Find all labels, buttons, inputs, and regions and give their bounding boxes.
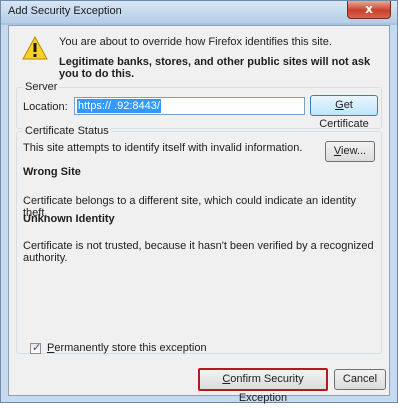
unknown-identity-description: Certificate is not trusted, because it h…: [23, 240, 374, 264]
title-bar[interactable]: Add Security Exception x: [1, 1, 397, 23]
close-icon: x: [365, 2, 373, 16]
view-label: iew...: [341, 145, 367, 157]
permanent-store-label[interactable]: Permanently store this exception: [47, 342, 207, 354]
get-certificate-label: et Certificate: [319, 99, 369, 130]
get-certificate-accesskey: G: [335, 99, 344, 111]
unknown-identity-heading: Unknown Identity: [23, 213, 115, 225]
location-label: Location:: [23, 101, 68, 113]
checkmark-icon: ✓: [32, 341, 42, 354]
confirm-security-exception-button[interactable]: Confirm Security Exception: [198, 368, 328, 404]
wrong-site-heading: Wrong Site: [23, 166, 81, 178]
server-group-label: Server: [23, 81, 60, 93]
location-input[interactable]: https:// .92:8443/: [74, 97, 305, 115]
confirm-label: onfirm Security Exception: [230, 373, 304, 404]
intro-text: You are about to override how Firefox id…: [59, 36, 332, 48]
dialog-window: Add Security Exception x You are about t…: [0, 0, 398, 404]
get-certificate-button[interactable]: Get Certificate: [310, 95, 378, 130]
dialog-content: You are about to override how Firefox id…: [8, 25, 390, 404]
status-group-label: Certificate Status: [23, 125, 111, 137]
window-title: Add Security Exception: [8, 5, 122, 17]
view-accesskey: V: [333, 145, 342, 157]
status-description: This site attempts to identify itself wi…: [23, 142, 303, 154]
location-value: https:// .92:8443/: [77, 99, 161, 113]
intro-warning-text: Legitimate banks, stores, and other publ…: [59, 56, 371, 80]
view-button[interactable]: View...: [325, 141, 375, 162]
cancel-button[interactable]: Cancel: [334, 369, 386, 390]
close-button[interactable]: x: [347, 1, 391, 19]
certificate-status-group: Certificate Status This site attempts to…: [16, 125, 382, 354]
server-group: Server Location: https:// .92:8443/ Get …: [16, 81, 382, 130]
permanent-store-text: ermanently store this exception: [54, 342, 207, 354]
warning-triangle-icon: [22, 36, 48, 60]
permanent-store-checkbox[interactable]: ✓: [30, 341, 42, 354]
